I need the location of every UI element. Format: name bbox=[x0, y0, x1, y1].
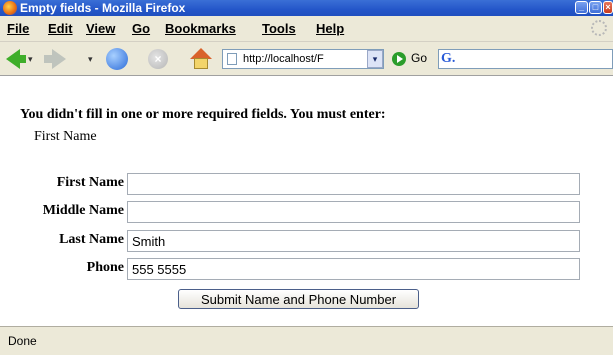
middle-name-label: Middle Name bbox=[42, 203, 124, 218]
phone-input[interactable] bbox=[127, 258, 580, 280]
go-icon[interactable] bbox=[392, 52, 406, 66]
menu-tools-label: Tools bbox=[262, 21, 296, 36]
menu-tools[interactable]: Tools bbox=[262, 21, 296, 36]
search-input[interactable]: G. bbox=[438, 49, 613, 69]
page-icon bbox=[227, 53, 237, 65]
window-titlebar: Empty fields - Mozilla Firefox _ □ × bbox=[0, 0, 613, 16]
reload-icon[interactable] bbox=[106, 48, 128, 70]
first-name-label: First Name bbox=[56, 175, 124, 190]
menu-go[interactable]: Go bbox=[132, 21, 150, 36]
menu-file[interactable]: File bbox=[7, 21, 29, 36]
stop-icon[interactable]: × bbox=[148, 49, 168, 69]
phone-label: Phone bbox=[86, 260, 124, 275]
minimize-button[interactable]: _ bbox=[575, 1, 588, 14]
home-icon[interactable] bbox=[190, 48, 212, 70]
throbber-icon bbox=[591, 20, 607, 36]
go-button-label[interactable]: Go bbox=[411, 51, 427, 65]
firefox-icon bbox=[3, 1, 17, 15]
url-dropdown-icon[interactable]: ▾ bbox=[367, 50, 383, 68]
form-row-middle-name: Middle Name bbox=[0, 201, 613, 223]
forward-arrow-icon[interactable] bbox=[44, 49, 66, 69]
menu-bar: File Edit View Go Bookmarks Tools Help bbox=[0, 16, 613, 42]
maximize-button[interactable]: □ bbox=[589, 1, 602, 14]
back-dropdown-icon[interactable]: ▾ bbox=[28, 54, 33, 65]
window-title: Empty fields - Mozilla Firefox bbox=[20, 1, 186, 15]
forward-dropdown-icon[interactable]: ▾ bbox=[88, 54, 93, 65]
middle-name-input[interactable] bbox=[127, 201, 580, 223]
navigation-toolbar: ▾ ▾ × http://localhost/F ▾ Go G. bbox=[0, 42, 613, 76]
url-bar[interactable]: http://localhost/F bbox=[222, 49, 384, 69]
missing-field-item: First Name bbox=[34, 129, 97, 144]
menu-edit-label: Edit bbox=[48, 21, 73, 36]
last-name-label: Last Name bbox=[59, 232, 124, 247]
menu-file-label: File bbox=[7, 21, 30, 36]
form-row-phone: Phone bbox=[0, 258, 613, 280]
form-row-last-name: Last Name bbox=[0, 230, 613, 252]
menu-view[interactable]: View bbox=[86, 21, 115, 36]
menu-edit[interactable]: Edit bbox=[48, 21, 73, 36]
error-message: You didn't fill in one or more required … bbox=[20, 107, 386, 122]
close-button[interactable]: × bbox=[603, 1, 613, 14]
first-name-input[interactable] bbox=[127, 173, 580, 195]
back-arrow-icon[interactable] bbox=[6, 49, 26, 69]
page-content: You didn't fill in one or more required … bbox=[0, 77, 613, 326]
menu-go-label: Go bbox=[132, 21, 151, 36]
form-row-first-name: First Name bbox=[0, 173, 613, 195]
last-name-input[interactable] bbox=[127, 230, 580, 252]
status-bar: Done bbox=[0, 326, 613, 355]
menu-bookmarks-label: Bookmarks bbox=[165, 21, 236, 36]
menu-bookmarks[interactable]: Bookmarks bbox=[165, 21, 236, 36]
search-engine-icon[interactable]: G. bbox=[441, 51, 465, 67]
menu-view-label: View bbox=[86, 21, 116, 36]
menu-help[interactable]: Help bbox=[316, 21, 344, 36]
menu-help-label: Help bbox=[316, 21, 345, 36]
url-text: http://localhost/F bbox=[243, 53, 324, 65]
submit-button[interactable]: Submit Name and Phone Number bbox=[178, 289, 419, 309]
status-text: Done bbox=[8, 334, 37, 348]
